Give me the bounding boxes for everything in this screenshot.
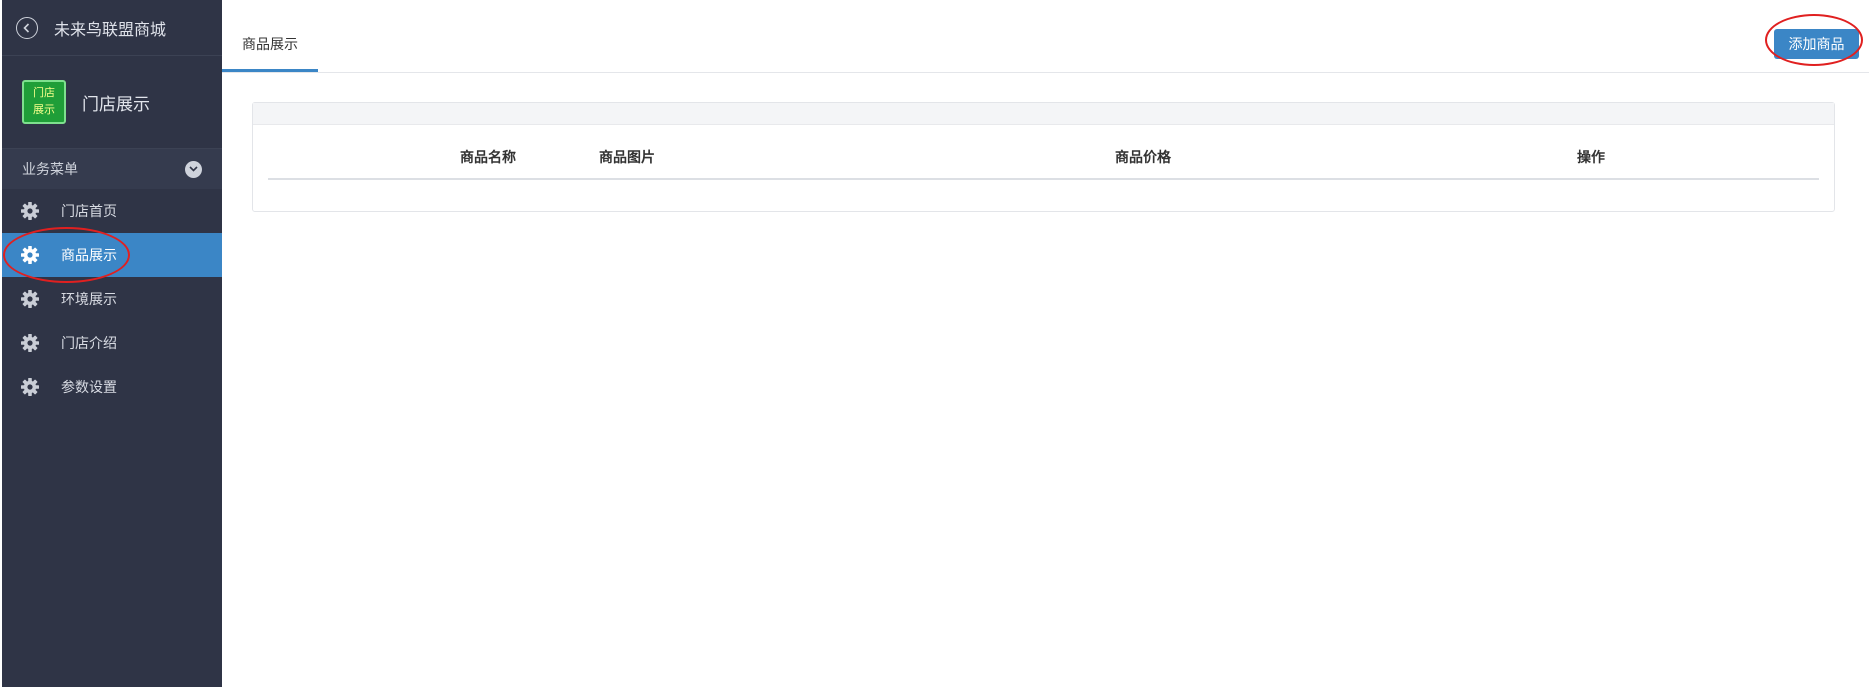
sidebar: 未来鸟联盟商城 门店 展示 门店展示 业务菜单 门店首页 商品展示 环境展示 门… bbox=[2, 0, 222, 687]
menu-section-label: 业务菜单 bbox=[22, 162, 78, 178]
gear-icon bbox=[21, 290, 39, 308]
sidebar-item-label: 门店介绍 bbox=[61, 336, 117, 352]
back-arrow-icon[interactable] bbox=[16, 16, 38, 39]
tab-label: 商品展示 bbox=[242, 37, 298, 53]
table-header-actions: 操作 bbox=[1577, 147, 1819, 180]
table-header-price: 商品价格 bbox=[1115, 147, 1577, 180]
menu-list: 门店首页 商品展示 环境展示 门店介绍 参数设置 bbox=[2, 189, 222, 409]
gear-icon bbox=[21, 334, 39, 352]
tab-products[interactable]: 商品展示 bbox=[222, 0, 318, 72]
sidebar-item-label: 环境展示 bbox=[61, 292, 117, 308]
store-logo-text-1: 门店 bbox=[33, 86, 55, 99]
sidebar-item-home[interactable]: 门店首页 bbox=[2, 189, 222, 233]
table-header-row: 商品名称 商品图片 商品价格 操作 bbox=[268, 147, 1819, 180]
panel-header bbox=[253, 103, 1834, 125]
add-product-button[interactable]: 添加商品 bbox=[1774, 29, 1859, 59]
product-table: 商品名称 商品图片 商品价格 操作 bbox=[268, 147, 1819, 180]
sidebar-item-label: 商品展示 bbox=[61, 248, 117, 264]
sidebar-item-products[interactable]: 商品展示 bbox=[2, 233, 222, 277]
store-logo-text-2: 展示 bbox=[33, 103, 55, 116]
gear-icon bbox=[21, 202, 39, 220]
table-header-image: 商品图片 bbox=[599, 147, 1115, 180]
menu-section-header[interactable]: 业务菜单 bbox=[2, 149, 222, 189]
store-logo: 门店 展示 bbox=[22, 80, 66, 124]
tab-bar: 商品展示 添加商品 bbox=[222, 0, 1869, 73]
main-content: 商品展示 添加商品 商品名称 商品图片 商品价格 操作 bbox=[222, 0, 1869, 687]
store-name: 门店展示 bbox=[82, 94, 150, 115]
table-header-cell-spacer bbox=[268, 147, 460, 180]
table-header-name: 商品名称 bbox=[460, 147, 599, 180]
chevron-down-icon[interactable] bbox=[185, 160, 202, 178]
product-table-panel: 商品名称 商品图片 商品价格 操作 bbox=[252, 102, 1835, 212]
gear-icon bbox=[21, 378, 39, 396]
sidebar-header: 未来鸟联盟商城 bbox=[2, 0, 222, 56]
sidebar-item-environment[interactable]: 环境展示 bbox=[2, 277, 222, 321]
gear-icon bbox=[21, 246, 39, 264]
sidebar-item-intro[interactable]: 门店介绍 bbox=[2, 321, 222, 365]
app-title: 未来鸟联盟商城 bbox=[54, 19, 167, 39]
sidebar-item-settings[interactable]: 参数设置 bbox=[2, 365, 222, 409]
sidebar-item-label: 参数设置 bbox=[61, 380, 117, 396]
sidebar-item-label: 门店首页 bbox=[61, 204, 117, 220]
store-info: 门店 展示 门店展示 bbox=[2, 56, 222, 149]
